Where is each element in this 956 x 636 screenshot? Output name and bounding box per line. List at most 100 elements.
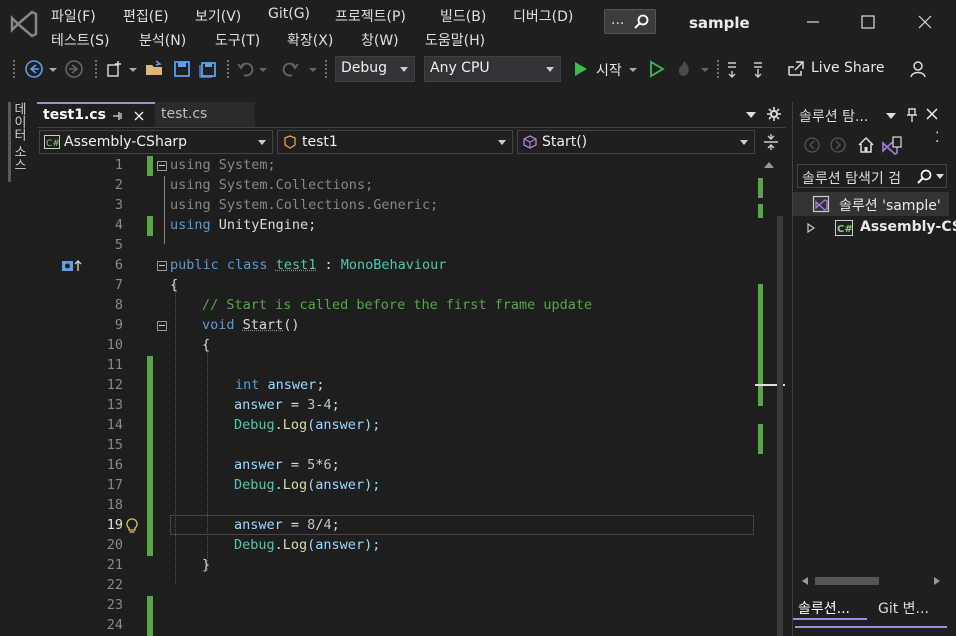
close-panel-icon[interactable]	[926, 108, 938, 120]
tab-git-changes[interactable]: Git 변...	[873, 596, 945, 620]
gear-icon[interactable]	[766, 106, 782, 122]
collapse-icon[interactable]	[157, 161, 167, 171]
close-tab-icon[interactable]	[133, 110, 145, 122]
member-dropdown[interactable]: Start()	[517, 130, 755, 154]
back-icon[interactable]	[803, 136, 821, 154]
start-dropdown-icon[interactable]	[628, 59, 638, 79]
tab-test1-cs[interactable]: test1.cs	[37, 102, 155, 127]
scroll-up-icon[interactable]	[763, 160, 775, 170]
scroll-right-icon[interactable]	[933, 576, 941, 586]
solution-platform-select[interactable]: Any CPU	[424, 56, 561, 82]
change-bar	[147, 456, 153, 476]
toolbar-grip[interactable]	[94, 59, 98, 79]
code-line-current: 19 answer = 8/4;	[37, 515, 755, 536]
back-dropdown-icon[interactable]	[48, 59, 58, 79]
editor-vertical-scrollbar[interactable]	[755, 156, 785, 636]
step-over-icon[interactable]	[724, 59, 744, 79]
document-tab-well: test1.cs test.cs	[37, 102, 786, 127]
menu-git[interactable]: Git(G)	[268, 6, 310, 22]
operator: =	[282, 397, 308, 413]
menu-analyze[interactable]: 분석(N)	[139, 30, 186, 50]
account-feedback-icon[interactable]	[908, 59, 928, 79]
toolbar-grip[interactable]	[226, 59, 230, 79]
collapse-icon[interactable]	[157, 321, 167, 331]
line-number: 15	[106, 437, 123, 453]
forward-icon[interactable]	[829, 136, 847, 154]
code-line: 7 {	[37, 276, 755, 296]
project-dropdown[interactable]: C# Assembly-CSharp	[39, 130, 273, 154]
expand-icon[interactable]	[807, 223, 815, 233]
search-options-icon[interactable]	[936, 174, 944, 180]
collapse-icon[interactable]	[157, 261, 167, 271]
menu-project[interactable]: 프로젝트(P)	[335, 6, 406, 26]
save-all-icon[interactable]	[198, 59, 218, 79]
undo-icon[interactable]	[236, 59, 256, 79]
close-window-icon[interactable]	[913, 10, 937, 34]
start-debugging-icon[interactable]	[570, 59, 590, 79]
code-editor[interactable]: 1 using System; 2 using System.Collectio…	[37, 156, 755, 636]
navigate-forward-icon[interactable]	[64, 59, 84, 79]
menu-view[interactable]: 보기(V)	[195, 6, 241, 26]
line-number: 17	[106, 477, 123, 493]
menu-build[interactable]: 빌드(B)	[440, 6, 486, 26]
solution-explorer-panel: 솔루션 탐... ⁚ 솔루션 탐색기 검 솔루션 'sample' C# Ass…	[792, 102, 956, 636]
pin-icon[interactable]	[111, 110, 123, 122]
horizontal-scrollbar[interactable]	[797, 574, 947, 588]
menu-help[interactable]: 도움말(H)	[425, 30, 485, 50]
toolbar-grip[interactable]	[716, 59, 720, 79]
undo-dropdown-icon[interactable]	[258, 59, 268, 79]
maximize-icon[interactable]	[856, 10, 880, 34]
menu-window[interactable]: 창(W)	[361, 30, 399, 50]
tree-item-project[interactable]: C# Assembly-CS	[793, 216, 956, 240]
switch-views-icon[interactable]	[881, 135, 903, 157]
save-icon[interactable]	[172, 59, 192, 79]
pin-icon[interactable]	[905, 107, 919, 123]
start-label[interactable]: 시작	[596, 60, 622, 80]
open-folder-icon[interactable]	[144, 59, 164, 79]
solution-search-input[interactable]: 솔루션 탐색기 검	[797, 164, 947, 188]
menu-test[interactable]: 테스트(S)	[51, 30, 109, 50]
menu-file[interactable]: 파일(F)	[51, 6, 96, 26]
lightbulb-icon[interactable]	[125, 518, 139, 534]
redo-icon[interactable]	[280, 59, 300, 79]
change-marker	[758, 178, 763, 198]
step-into-icon[interactable]	[748, 59, 768, 79]
new-project-icon[interactable]	[104, 59, 124, 79]
search-icon[interactable]	[916, 169, 932, 185]
new-dropdown-icon[interactable]	[128, 59, 138, 79]
panel-menu-icon[interactable]	[885, 111, 897, 121]
scroll-thumb[interactable]	[777, 216, 783, 636]
toolbar-grip[interactable]	[12, 59, 16, 79]
tab-solution-explorer[interactable]: 솔루션...	[793, 596, 867, 620]
search-button[interactable]: ...	[604, 9, 656, 34]
line-number: 5	[114, 237, 123, 253]
live-share-label[interactable]: Live Share	[811, 60, 884, 76]
line-number: 22	[106, 577, 123, 593]
start-without-debugging-icon[interactable]	[646, 59, 666, 79]
tree-item-solution[interactable]: 솔루션 'sample'	[793, 192, 949, 216]
type-dropdown[interactable]: test1	[277, 130, 513, 154]
home-icon[interactable]	[857, 136, 875, 154]
split-window-icon[interactable]	[763, 133, 779, 151]
menu-extensions[interactable]: 확장(X)	[287, 30, 333, 50]
minimize-icon[interactable]	[801, 10, 825, 34]
menu-edit[interactable]: 편집(E)	[123, 6, 169, 26]
navigate-back-icon[interactable]	[24, 59, 44, 79]
data-sources-tab[interactable]: 데이터 소스	[8, 102, 28, 182]
toolbar-grip[interactable]	[324, 59, 328, 79]
solution-configuration-select[interactable]: Debug	[335, 56, 415, 82]
code-line: 9 void Start()	[37, 316, 755, 336]
scroll-left-icon[interactable]	[801, 576, 809, 586]
hot-reload-dropdown-icon[interactable]	[700, 59, 710, 79]
tab-overflow-icon[interactable]	[745, 110, 757, 120]
menu-debug[interactable]: 디버그(D)	[513, 6, 573, 26]
toolbar-overflow-icon[interactable]: ⁚	[935, 130, 939, 146]
menu-tools[interactable]: 도구(T)	[215, 30, 260, 50]
redo-dropdown-icon[interactable]	[308, 59, 318, 79]
hot-reload-icon[interactable]	[674, 59, 694, 79]
live-share-icon[interactable]	[786, 59, 806, 79]
unity-message-indicator-icon[interactable]	[61, 259, 83, 273]
scroll-thumb[interactable]	[815, 577, 879, 585]
next-panel-header[interactable]	[795, 626, 947, 636]
tab-test-cs[interactable]: test.cs	[155, 102, 255, 127]
